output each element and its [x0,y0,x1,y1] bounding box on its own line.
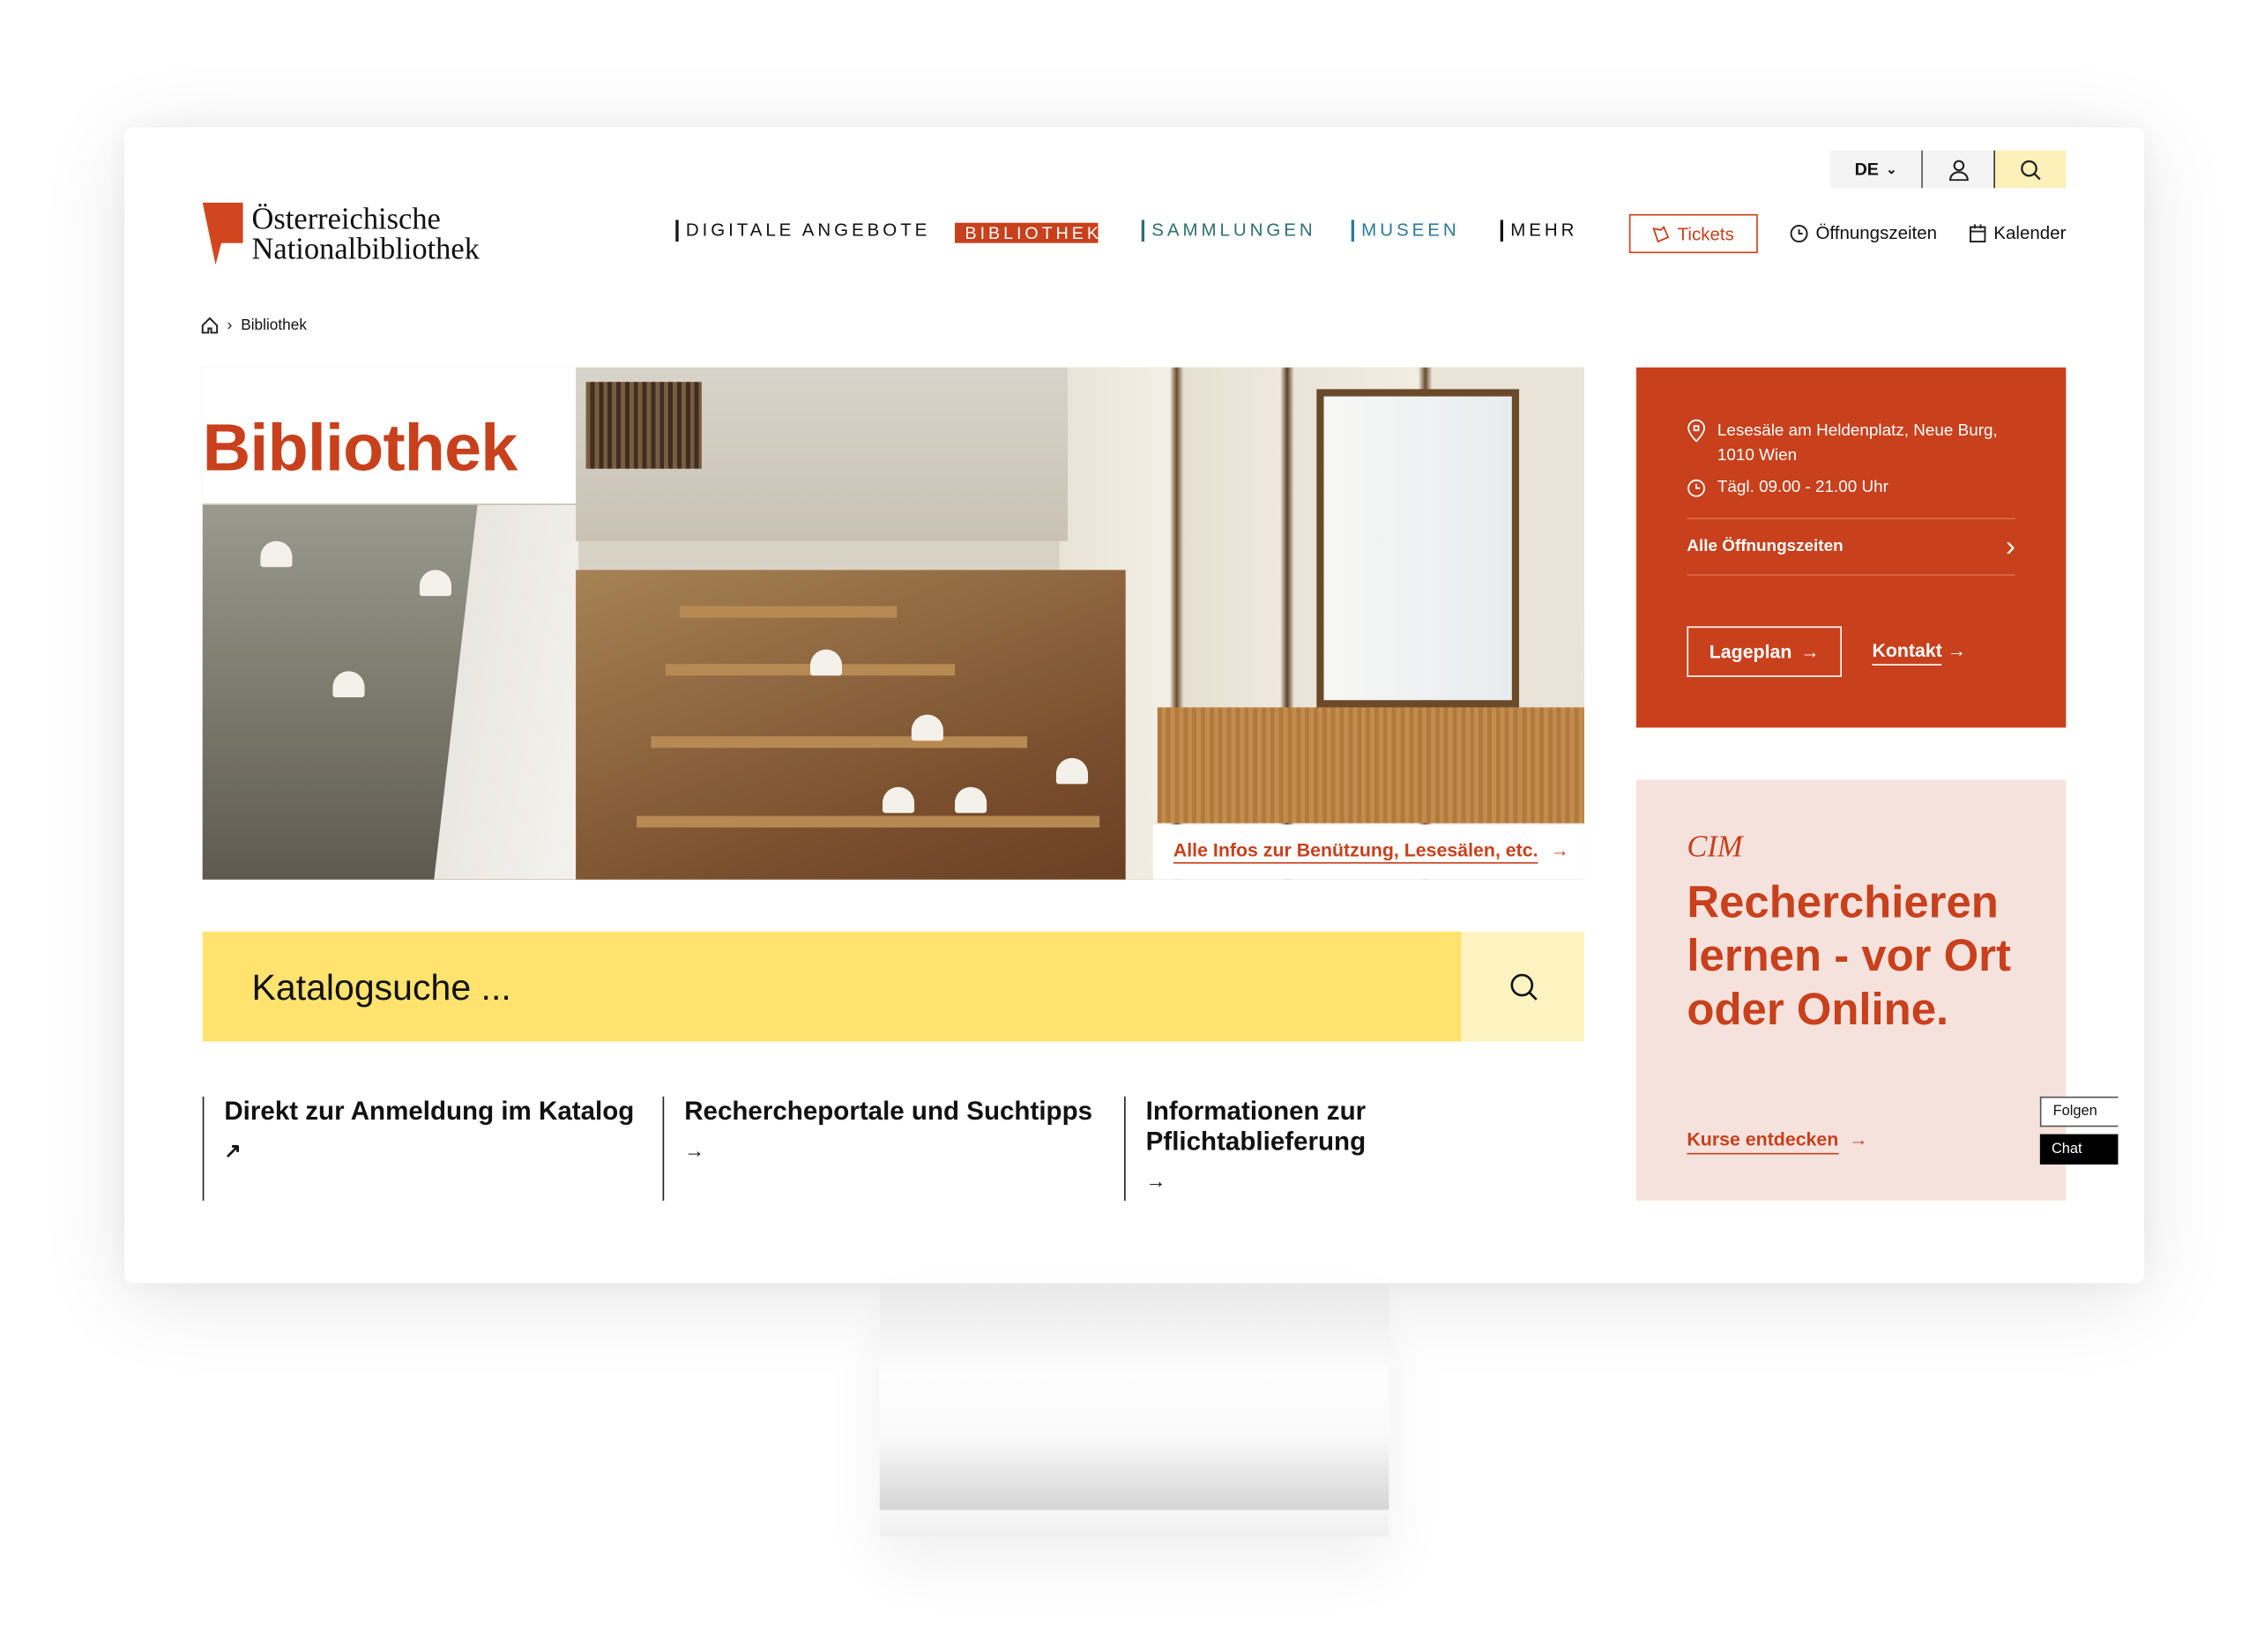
chevron-right-icon: › [2005,531,2015,563]
discover-courses-label: Kurse entdecken [1687,1127,1839,1155]
monitor-stand [879,1284,1389,1537]
chat-button[interactable]: Chat [2039,1134,2119,1165]
logo-line-1: Österreichische [251,201,441,236]
promo-kicker: CIM [1687,829,1743,864]
quick-link-label: Direkt zur Anmeldung im Katalog [224,1096,635,1126]
arrow-right-icon: → [1800,640,1820,663]
clock-icon [1790,224,1808,242]
account-button[interactable] [1921,150,1994,189]
search-toggle-button[interactable] [1993,150,2067,189]
breadcrumb: › Bibliothek [201,316,307,334]
breadcrumb-current: Bibliothek [241,316,307,335]
language-selector[interactable]: DE ⌄ [1829,150,1922,189]
logo-mark-icon [202,202,243,265]
tickets-button[interactable]: Tickets [1628,213,1758,254]
home-icon[interactable] [201,316,219,334]
search-icon [1509,973,1537,1001]
calendar-link[interactable]: Kalender [1969,223,2066,243]
site-map-button[interactable]: Lageplan → [1687,626,1842,677]
nav-sammlungen[interactable]: SAMMLUNGEN [1141,220,1316,242]
arrow-right-icon: → [684,1138,705,1162]
catalog-search-field[interactable] [202,931,1462,1042]
arrow-right-icon: → [1550,838,1569,861]
location-info-card: Lesesäle am Heldenplatz, Neue Burg, 1010… [1635,367,2067,728]
address-text: Lesesäle am Heldenplatz, Neue Burg, 1010… [1717,422,1998,465]
hero-title-box: Bibliothek [202,367,577,504]
chevron-right-icon: › [227,316,233,335]
user-icon [1948,159,1969,181]
nav-bibliothek[interactable]: BIBLIOTHEK [955,222,1099,243]
clock-icon [1687,479,1706,497]
all-opening-hours-label: Alle Öffnungszeiten [1687,538,1844,556]
discover-courses-link[interactable]: Kurse entdecken → [1687,1127,1868,1155]
nav-mehr[interactable]: MEHR [1500,220,1578,242]
nav-museen[interactable]: MUSEEN [1351,220,1460,242]
promo-card: CIM Recherchieren lernen - vor Ort oder … [1635,779,2067,1202]
follow-button[interactable]: Folgen [2039,1096,2119,1127]
logo-line-2: Nationalbibliothek [251,231,480,266]
nav-digitale-angebote[interactable]: DIGITALE ANGEBOTE [675,220,930,242]
quick-link-label: Informationen zur Pflichtablieferung [1145,1096,1367,1157]
contact-label: Kontakt [1872,639,1942,666]
opening-hours-link[interactable]: Öffnungszeiten [1790,223,1937,243]
catalog-search-button[interactable] [1461,931,1584,1042]
arrow-right-icon: → [1947,639,1967,661]
catalog-search-input[interactable] [251,963,1410,1013]
tickets-label: Tickets [1677,223,1734,244]
arrow-right-icon: → [1145,1168,1166,1193]
location-pin-icon [1687,419,1706,443]
ticket-icon [1653,225,1670,242]
contact-link[interactable]: Kontakt → [1872,639,1967,666]
site-map-label: Lageplan [1709,640,1792,663]
promo-title: Recherchieren lernen - vor Ort oder Onli… [1687,876,2011,1035]
arrow-right-icon: → [1844,1127,1868,1150]
search-icon [2021,160,2041,180]
mockup-stage: DE ⌄ Österreichische Nationalbibliothek D… [0,0,2257,1652]
quick-link-legal-deposit[interactable]: Informationen zur Pflichtablieferung → [1124,1096,1558,1202]
opening-hours-label: Öffnungszeiten [1815,222,1938,243]
hero-info-link-box: Alle Infos zur Benützung, Lesesälen, etc… [1152,824,1584,880]
hours-text: Tägl. 09.00 - 21.00 Uhr [1717,479,1888,496]
quick-link-research-portals[interactable]: Rechercheportale und Suchtipps → [662,1096,1097,1202]
hero-info-link[interactable]: Alle Infos zur Benützung, Lesesälen, etc… [1173,838,1538,864]
language-label: DE [1854,159,1879,180]
calendar-icon [1970,223,1986,242]
all-opening-hours-link[interactable]: Alle Öffnungszeiten › [1687,517,2015,577]
quick-link-catalog-login[interactable]: Direkt zur Anmeldung im Katalog ↗ [202,1096,637,1202]
arrow-up-right-icon: ↗ [224,1138,242,1162]
quick-link-label: Rechercheportale und Suchtipps [684,1096,1093,1126]
calendar-label: Kalender [1993,222,2067,243]
page-title: Bibliothek [202,409,518,485]
chevron-down-icon: ⌄ [1886,160,1897,176]
